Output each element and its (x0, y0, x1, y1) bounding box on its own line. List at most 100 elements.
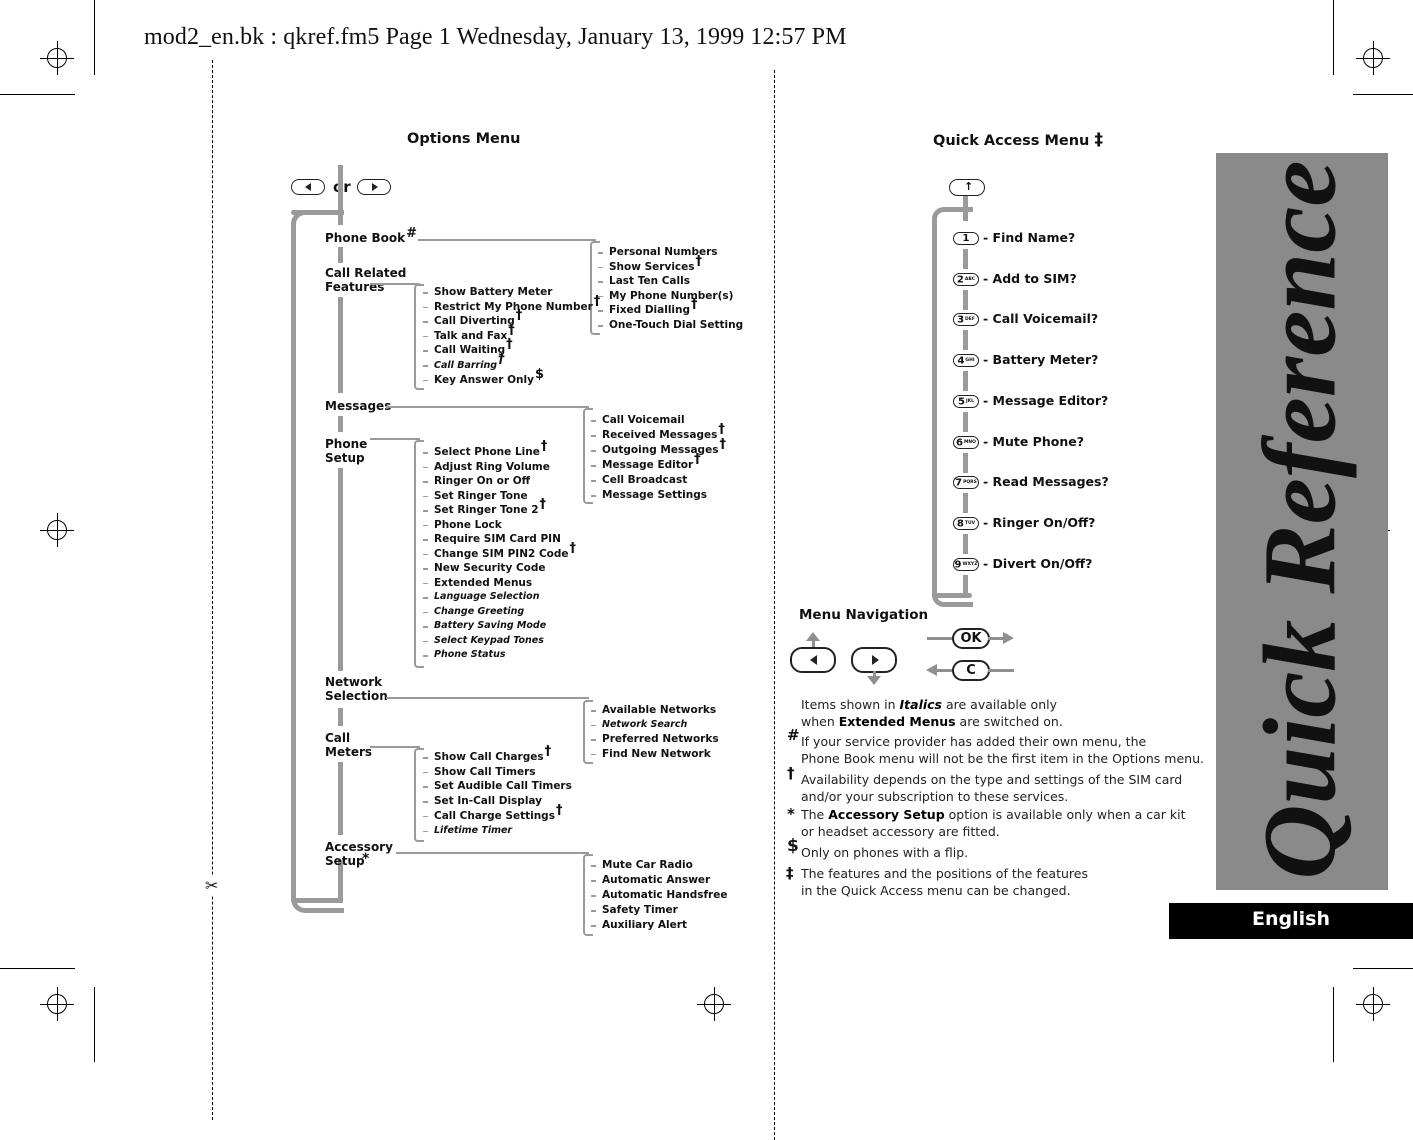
submenu-item[interactable]: Key Answer Only$ (434, 367, 544, 387)
keypad-key-9[interactable]: 9WXYZ (953, 557, 979, 571)
submenu-item[interactable]: My Phone Number(s) (609, 289, 733, 303)
up-key-button[interactable]: ↑ (949, 179, 985, 196)
submenu-item[interactable]: Message Editor† (602, 453, 701, 472)
quick-access-item[interactable]: - Message Editor? (983, 393, 1108, 408)
submenu-item[interactable]: Set Ringer Tone 2† (434, 498, 546, 517)
submenu-item[interactable]: Battery Saving Mode (434, 619, 546, 633)
submenu-item[interactable]: Message Settings (602, 488, 707, 502)
keypad-key-4[interactable]: 4GHI (953, 354, 979, 368)
submenu-item[interactable]: One-Touch Dial Setting (609, 318, 743, 332)
keypad-key-6[interactable]: 6MNO (953, 435, 979, 449)
submenu-item[interactable]: Find New Network (602, 747, 711, 761)
menu-item-accessory-setup[interactable]: Accessory Setup (325, 840, 393, 868)
submenu-item-label: Call Charge Settings (434, 809, 555, 822)
submenu-item[interactable]: Require SIM Card PIN (434, 532, 561, 546)
submenu-item[interactable]: Mute Car Radio (602, 858, 693, 872)
footnote-mark: † (694, 452, 701, 467)
submenu-item[interactable]: Set Ringer Tone (434, 489, 528, 503)
quick-access-item[interactable]: - Find Name? (983, 230, 1075, 245)
language-tab[interactable]: English (1169, 903, 1413, 939)
submenu-item[interactable]: Call Charge Settings† (434, 803, 562, 823)
keypad-key-3[interactable]: 3DEF (953, 313, 979, 327)
keypad-key-1[interactable]: 1 (953, 232, 979, 245)
submenu-item[interactable]: Network Search (602, 718, 687, 732)
left-key-button[interactable] (291, 179, 325, 195)
nav-left-button[interactable] (790, 647, 836, 673)
submenu-item[interactable]: Phone Lock (434, 518, 502, 532)
key-digit: 9 (954, 559, 962, 571)
tree-line (291, 210, 339, 215)
ok-button[interactable]: OK (952, 628, 990, 649)
document-header: mod2_en.bk : qkref.fm5 Page 1 Wednesday,… (144, 24, 847, 50)
submenu-item-label: Mute Car Radio (602, 859, 693, 871)
fold-line (774, 70, 775, 1140)
submenu-item[interactable]: Set In-Call Display (434, 794, 542, 808)
footnote-mark: † (555, 802, 563, 818)
submenu-item[interactable]: Phone Status (434, 648, 506, 662)
submenu-item[interactable]: Fixed Dialling† (609, 298, 698, 317)
submenu-item-label: Show Call Charges (434, 751, 544, 763)
submenu-item[interactable]: Set Audible Call Timers (434, 779, 572, 793)
submenu-item[interactable]: Select Keypad Tones (434, 634, 544, 648)
submenu-item[interactable]: Last Ten Calls (609, 274, 690, 288)
crop-mark (1353, 968, 1413, 970)
submenu-item[interactable]: Ringer On or Off (434, 474, 530, 488)
right-key-button[interactable] (357, 179, 391, 195)
submenu-item[interactable]: Automatic Answer (602, 873, 710, 887)
key-digit: 8 (956, 518, 964, 530)
quick-access-item[interactable]: - Mute Phone? (983, 434, 1084, 449)
submenu-item[interactable]: Show Call Timers (434, 765, 536, 779)
submenu-item[interactable]: Cell Broadcast (602, 473, 687, 487)
quick-access-item[interactable]: - Add to SIM? (983, 271, 1077, 286)
tree-tick (591, 495, 596, 497)
quick-access-item[interactable]: - Call Voicemail? (983, 311, 1098, 326)
submenu-item[interactable]: Talk and Fax† (434, 323, 515, 343)
keypad-key-5[interactable]: 5JKL (953, 394, 979, 408)
submenu-item[interactable]: Received Messages† (602, 423, 725, 442)
submenu-item[interactable]: Lifetime Timer (434, 824, 512, 838)
submenu-item[interactable]: Automatic Handsfree (602, 888, 727, 902)
quick-access-item[interactable]: - Ringer On/Off? (983, 515, 1095, 530)
tree-line (418, 239, 596, 241)
footnote-mark: $ (534, 366, 544, 382)
submenu-item[interactable]: Show Call Charges† (434, 745, 551, 764)
submenu-item[interactable]: Preferred Networks (602, 732, 719, 746)
submenu-item[interactable]: Adjust Ring Volume (434, 460, 550, 474)
tree-line (988, 669, 1014, 672)
submenu-item[interactable]: New Security Code (434, 561, 546, 575)
submenu-item[interactable]: Select Phone Line† (434, 440, 547, 459)
submenu-item[interactable]: Change Greeting (434, 605, 524, 619)
keypad-key-8[interactable]: 8TUV (953, 516, 979, 530)
crop-mark (94, 0, 96, 75)
keypad-key-2[interactable]: 2ABC (953, 272, 979, 286)
submenu-item[interactable]: Available Networks (602, 703, 716, 717)
menu-item-phone-setup[interactable]: Phone Setup (325, 437, 367, 465)
submenu-item[interactable]: Language Selection (434, 590, 539, 604)
submenu-item[interactable]: Change SIM PIN2 Code† (434, 541, 576, 561)
footnote-dollar: Only on phones with a flip. (801, 845, 969, 860)
submenu-item[interactable]: Outgoing Messages† (602, 438, 726, 457)
submenu-item[interactable]: Safety Timer (602, 903, 678, 917)
tree-line (963, 371, 968, 392)
nav-right-button[interactable] (851, 647, 897, 673)
quick-access-item[interactable]: - Battery Meter? (983, 352, 1098, 367)
menu-item-call-related-features[interactable]: Call Related Features (325, 266, 406, 294)
tree-tick (423, 597, 428, 599)
up-arrow-icon (806, 632, 820, 641)
menu-item-phone-book[interactable]: Phone Book# (325, 227, 417, 246)
c-button[interactable]: C (952, 660, 990, 681)
submenu-item[interactable]: Call Barring† (434, 353, 505, 373)
menu-item-messages[interactable]: Messages (325, 399, 391, 413)
submenu-item[interactable]: Call Voicemail (602, 413, 685, 427)
menu-item-call-meters[interactable]: Call Meters (325, 731, 372, 759)
quick-access-item[interactable]: - Divert On/Off? (983, 556, 1092, 571)
submenu-item[interactable]: Show Services† (609, 254, 702, 274)
tree-tick (591, 435, 596, 437)
footnote-mark: † (508, 322, 515, 338)
quick-access-item[interactable]: - Read Messages? (983, 474, 1109, 489)
submenu-item[interactable]: Show Battery Meter (434, 285, 552, 299)
menu-item-network-selection[interactable]: Network Selection (325, 675, 388, 703)
keypad-key-7[interactable]: 7PQRS (953, 476, 979, 490)
submenu-item[interactable]: Extended Menus (434, 576, 532, 590)
submenu-item[interactable]: Auxiliary Alert (602, 918, 687, 932)
